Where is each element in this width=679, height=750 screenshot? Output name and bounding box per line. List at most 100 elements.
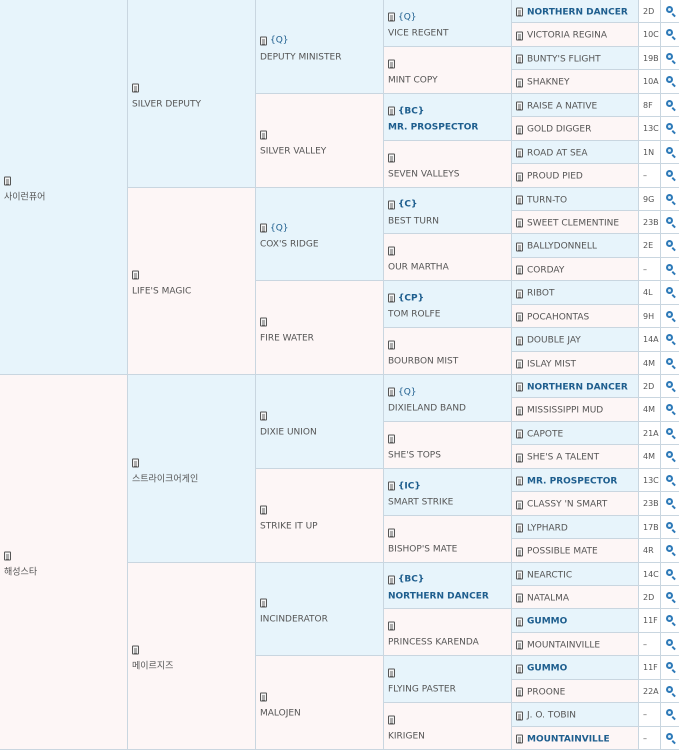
pedigree-cell-gen5[interactable]: LYPHARD <box>512 516 639 539</box>
horse-name[interactable]: SEVEN VALLEYS <box>388 169 509 181</box>
document-icon[interactable] <box>388 621 395 631</box>
pedigree-cell-gen3[interactable]: {Q} COX'S RIDGE <box>256 188 384 281</box>
horse-name[interactable]: 해성스타 <box>4 567 125 579</box>
search-button[interactable] <box>661 563 679 586</box>
document-icon[interactable] <box>516 570 523 580</box>
document-icon[interactable] <box>516 593 523 603</box>
document-icon[interactable] <box>516 429 523 439</box>
horse-name[interactable]: PRINCESS KARENDA <box>388 637 509 649</box>
document-icon[interactable] <box>388 246 395 256</box>
horse-name[interactable]: J. O. TOBIN <box>527 711 576 721</box>
pedigree-cell-gen2[interactable]: 스트라이크어게인 <box>128 375 256 563</box>
search-button[interactable] <box>661 234 679 258</box>
search-button[interactable] <box>661 281 679 305</box>
document-icon[interactable] <box>4 551 11 561</box>
pedigree-cell-gen4[interactable]: SHE'S TOPS <box>384 422 512 469</box>
horse-name[interactable]: DOUBLE JAY <box>527 336 581 346</box>
search-button[interactable] <box>661 352 679 375</box>
pedigree-cell-gen5[interactable]: GUMMO <box>512 656 639 680</box>
document-icon[interactable] <box>388 59 395 69</box>
horse-name[interactable]: 스트라이크어게인 <box>132 473 253 485</box>
search-button[interactable] <box>661 94 679 117</box>
horse-name[interactable]: PROUD PIED <box>527 172 583 182</box>
horse-name[interactable]: SMART STRIKE <box>388 497 509 509</box>
document-icon[interactable] <box>388 106 395 116</box>
horse-name[interactable]: LIFE'S MAGIC <box>132 286 253 298</box>
horse-name[interactable]: MR. PROSPECTOR <box>388 122 509 134</box>
search-button[interactable] <box>661 422 679 445</box>
pedigree-cell-gen3[interactable]: STRIKE IT UP <box>256 469 384 563</box>
search-button[interactable] <box>661 656 679 680</box>
pedigree-cell-gen3[interactable]: FIRE WATER <box>256 281 384 375</box>
pedigree-cell-gen4[interactable]: {CP} TOM ROLFE <box>384 281 512 328</box>
pedigree-cell-gen5[interactable]: CLASSY 'N SMART <box>512 492 639 516</box>
document-icon[interactable] <box>388 387 395 397</box>
document-icon[interactable] <box>516 78 523 87</box>
horse-name[interactable]: BUNTY'S FLIGHT <box>527 54 601 64</box>
search-button[interactable] <box>661 633 679 656</box>
pedigree-cell-gen5[interactable]: MOUNTAINVILLE <box>512 727 639 750</box>
search-button[interactable] <box>661 0 679 23</box>
document-icon[interactable] <box>516 476 523 486</box>
horse-name[interactable]: MISSISSIPPI MUD <box>527 406 603 416</box>
search-button[interactable] <box>661 516 679 539</box>
search-button[interactable] <box>661 609 679 633</box>
pedigree-cell-gen5[interactable]: DOUBLE JAY <box>512 328 639 352</box>
horse-name[interactable]: POCAHONTAS <box>527 312 589 322</box>
horse-name[interactable]: OUR MARTHA <box>388 262 509 274</box>
horse-name[interactable]: CORDAY <box>527 265 564 275</box>
document-icon[interactable] <box>388 434 395 444</box>
pedigree-cell-gen4[interactable]: MINT COPY <box>384 47 512 94</box>
search-button[interactable] <box>661 539 679 563</box>
search-button[interactable] <box>661 23 679 47</box>
search-button[interactable] <box>661 492 679 516</box>
document-icon[interactable] <box>260 36 267 45</box>
search-button[interactable] <box>661 727 679 750</box>
document-icon[interactable] <box>260 411 267 420</box>
search-button[interactable] <box>661 164 679 188</box>
search-button[interactable] <box>661 70 679 94</box>
pedigree-cell-gen1[interactable]: 해성스타 <box>0 375 128 750</box>
pedigree-cell-gen5[interactable]: PROUD PIED <box>512 164 639 188</box>
document-icon[interactable] <box>516 687 523 697</box>
document-icon[interactable] <box>132 645 139 655</box>
search-button[interactable] <box>661 47 679 70</box>
document-icon[interactable] <box>516 289 523 298</box>
document-icon[interactable] <box>388 715 395 725</box>
horse-name[interactable]: NORTHERN DANCER <box>527 382 628 392</box>
pedigree-cell-gen5[interactable]: RIBOT <box>512 281 639 305</box>
pedigree-cell-gen4[interactable]: PRINCESS KARENDA <box>384 609 512 656</box>
horse-name[interactable]: FIRE WATER <box>260 332 381 344</box>
search-button[interactable] <box>661 680 679 703</box>
pedigree-cell-gen2[interactable]: SILVER DEPUTY <box>128 0 256 188</box>
pedigree-cell-gen5[interactable]: VICTORIA REGINA <box>512 23 639 47</box>
pedigree-cell-gen5[interactable]: ISLAY MIST <box>512 352 639 375</box>
search-button[interactable] <box>661 211 679 234</box>
pedigree-cell-gen5[interactable]: NEARCTIC <box>512 563 639 586</box>
pedigree-cell-gen5[interactable]: NORTHERN DANCER <box>512 0 639 23</box>
horse-name[interactable]: NATALMA <box>527 593 569 603</box>
horse-name[interactable]: BALLYDONNELL <box>527 242 597 252</box>
horse-name[interactable]: SILVER VALLEY <box>260 145 381 157</box>
document-icon[interactable] <box>388 528 395 538</box>
document-icon[interactable] <box>132 458 139 467</box>
document-icon[interactable] <box>260 598 267 608</box>
pedigree-cell-gen5[interactable]: NATALMA <box>512 586 639 609</box>
pedigree-cell-gen4[interactable]: {Q} DIXIELAND BAND <box>384 375 512 422</box>
pedigree-cell-gen5[interactable]: ROAD AT SEA <box>512 141 639 164</box>
horse-name[interactable]: DIXIELAND BAND <box>388 403 509 415</box>
horse-name[interactable]: POSSIBLE MATE <box>527 547 598 557</box>
pedigree-cell-gen3[interactable]: DIXIE UNION <box>256 375 384 469</box>
pedigree-cell-gen4[interactable]: SEVEN VALLEYS <box>384 141 512 188</box>
pedigree-cell-gen5[interactable]: PROONE <box>512 680 639 703</box>
document-icon[interactable] <box>516 101 523 111</box>
horse-name[interactable]: NEARCTIC <box>527 570 572 580</box>
horse-name[interactable]: SHE'S TOPS <box>388 450 509 462</box>
search-button[interactable] <box>661 188 679 211</box>
search-button[interactable] <box>661 586 679 609</box>
pedigree-cell-gen5[interactable]: MR. PROSPECTOR <box>512 469 639 492</box>
document-icon[interactable] <box>260 130 267 139</box>
document-icon[interactable] <box>516 195 523 205</box>
pedigree-cell-gen5[interactable]: J. O. TOBIN <box>512 703 639 727</box>
search-button[interactable] <box>661 328 679 352</box>
